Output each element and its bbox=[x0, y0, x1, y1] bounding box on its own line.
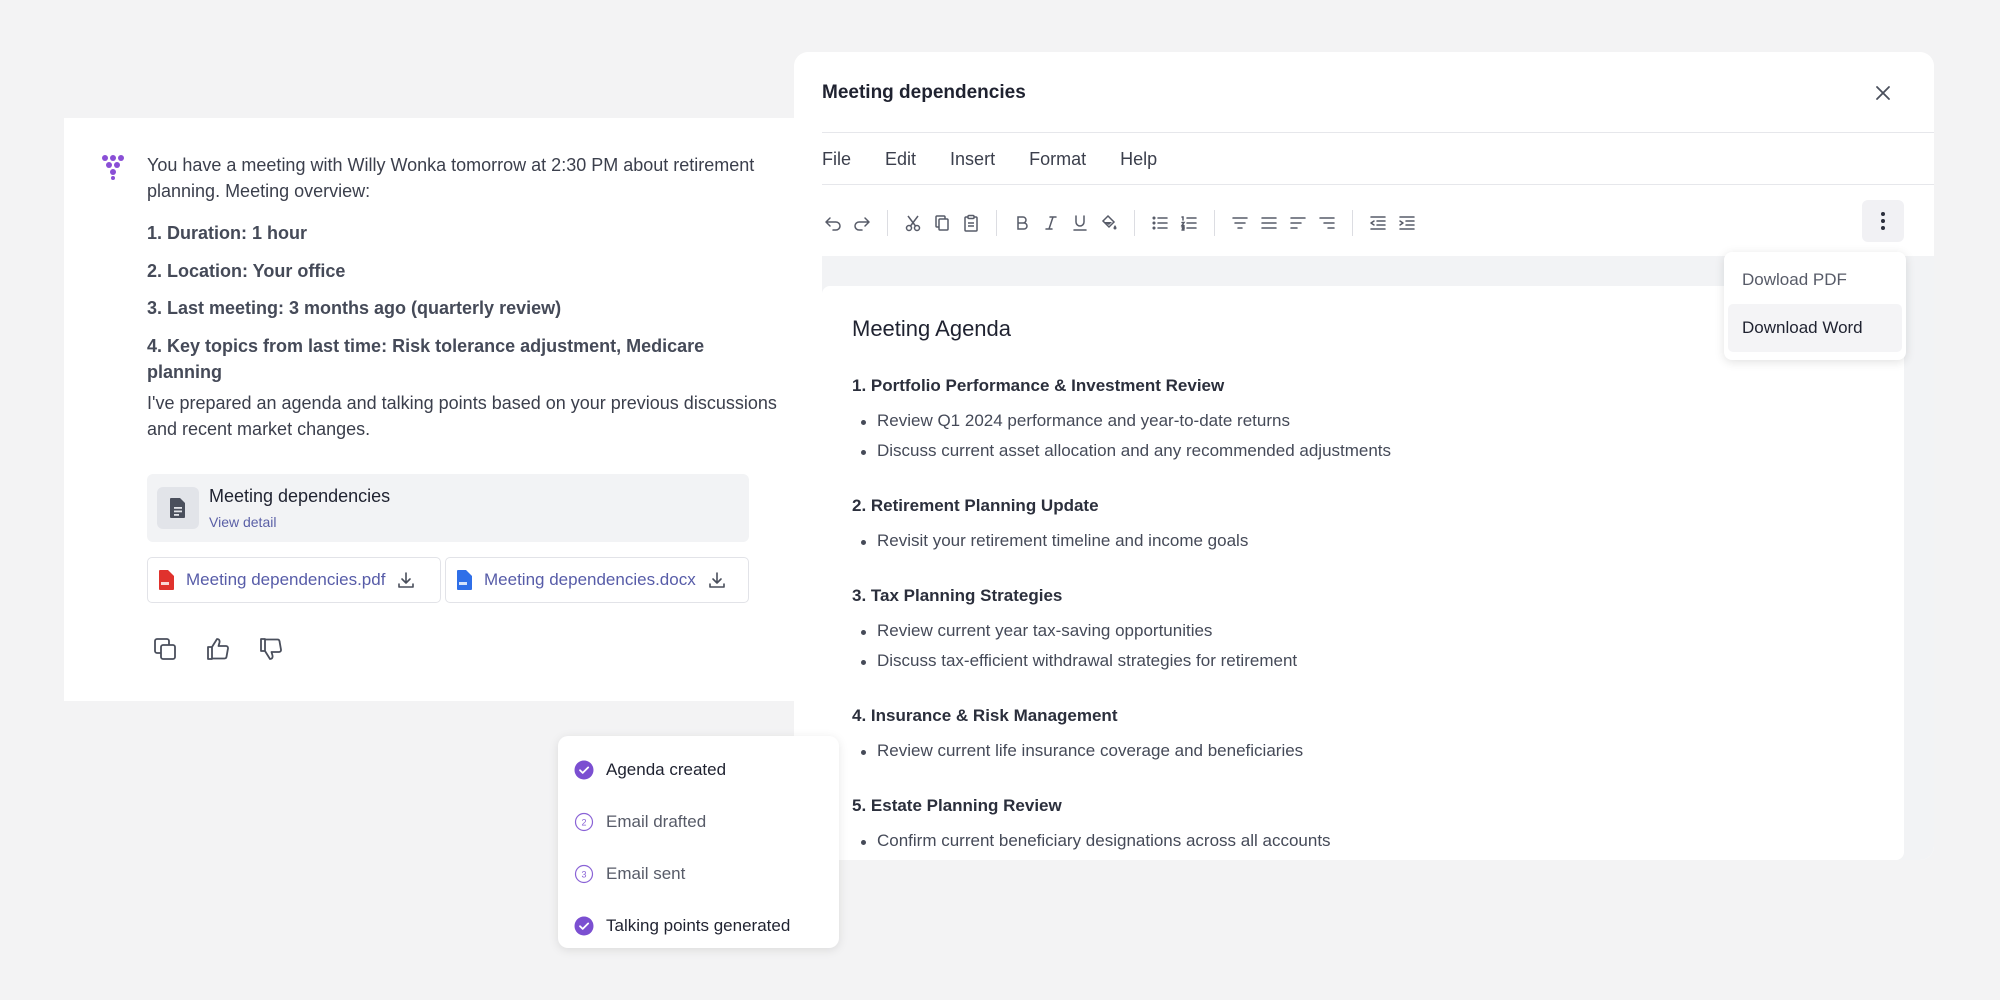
svg-text:2: 2 bbox=[581, 818, 586, 828]
meeting-overview-list: 1. Duration: 1 hour 2. Location: Your of… bbox=[147, 220, 782, 382]
list-item: Discuss tax-efficient withdrawal strateg… bbox=[852, 646, 1852, 676]
italic-icon[interactable] bbox=[1040, 212, 1062, 234]
checklist-item: 3 Email sent bbox=[558, 848, 839, 900]
menu-edit[interactable]: Edit bbox=[885, 149, 916, 170]
document-icon bbox=[157, 487, 199, 529]
section-title: 2. Retirement Planning Update bbox=[852, 496, 1099, 515]
toolbar-separator bbox=[1214, 210, 1215, 236]
view-detail-link[interactable]: View detail bbox=[209, 514, 276, 530]
numbered-list-icon[interactable] bbox=[1178, 212, 1200, 234]
list-item: 1. Duration: 1 hour bbox=[147, 223, 308, 243]
pdf-file-icon bbox=[158, 570, 174, 590]
docx-file-icon bbox=[456, 570, 472, 590]
list-item: 3. Last meeting: 3 months ago (quarterly… bbox=[147, 298, 562, 318]
filter-align-icon[interactable] bbox=[1229, 212, 1251, 234]
underline-icon[interactable] bbox=[1069, 212, 1091, 234]
checklist-label: Agenda created bbox=[606, 760, 727, 779]
list-item: Review Q1 2024 performance and year-to-d… bbox=[852, 406, 1852, 436]
outdent-icon[interactable] bbox=[1367, 212, 1389, 234]
download-pdf-option[interactable]: Dowload PDF bbox=[1728, 256, 1902, 304]
document-card[interactable]: Meeting dependencies View detail bbox=[147, 474, 749, 542]
menu-file[interactable]: File bbox=[822, 149, 851, 170]
pdf-file-name: Meeting dependencies.pdf bbox=[186, 570, 386, 589]
paste-icon[interactable] bbox=[960, 212, 982, 234]
checklist-label: Talking points generated bbox=[606, 916, 791, 935]
pdf-file-button[interactable]: Meeting dependencies.pdf bbox=[147, 557, 441, 603]
step-number-icon: 3 bbox=[574, 864, 594, 884]
thumbs-down-icon[interactable] bbox=[257, 635, 285, 663]
document-editor-panel: Meeting dependencies File Edit Insert Fo… bbox=[794, 52, 1934, 860]
download-icon[interactable] bbox=[397, 571, 415, 589]
section-title: 1. Portfolio Performance & Investment Re… bbox=[852, 376, 1225, 395]
indent-icon[interactable] bbox=[1396, 212, 1418, 234]
checklist-label: Email sent bbox=[606, 864, 686, 883]
document-page[interactable]: Meeting Agenda 1. Portfolio Performance … bbox=[822, 286, 1904, 860]
download-icon[interactable] bbox=[708, 571, 726, 589]
menu-insert[interactable]: Insert bbox=[950, 149, 995, 170]
step-number-icon: 2 bbox=[574, 812, 594, 832]
progress-checklist: Agenda created 2 Email drafted 3 Email s… bbox=[558, 736, 839, 948]
check-circle-icon bbox=[574, 760, 594, 780]
docx-file-button[interactable]: Meeting dependencies.docx bbox=[445, 557, 749, 603]
list-item: Discuss current asset allocation and any… bbox=[852, 436, 1852, 466]
more-options-button[interactable] bbox=[1862, 200, 1904, 242]
list-item: Revisit your retirement timeline and inc… bbox=[852, 526, 1852, 556]
message-intro: You have a meeting with Willy Wonka tomo… bbox=[147, 155, 755, 201]
formatting-toolbar bbox=[822, 210, 1425, 236]
list-item: Review current year tax-saving opportuni… bbox=[852, 616, 1852, 646]
close-icon[interactable] bbox=[1874, 84, 1892, 102]
undo-icon[interactable] bbox=[822, 212, 844, 234]
assistant-message: You have a meeting with Willy Wonka tomo… bbox=[147, 152, 782, 458]
agenda-section: 5. Estate Planning Review Confirm curren… bbox=[852, 796, 1852, 856]
agenda-section: 1. Portfolio Performance & Investment Re… bbox=[852, 376, 1852, 466]
checklist-item: Agenda created bbox=[558, 744, 839, 796]
chat-panel: You have a meeting with Willy Wonka tomo… bbox=[64, 118, 824, 701]
toolbar-separator bbox=[887, 210, 888, 236]
bold-icon[interactable] bbox=[1011, 212, 1033, 234]
redo-icon[interactable] bbox=[851, 212, 873, 234]
agenda-section: 4. Insurance & Risk Management Review cu… bbox=[852, 706, 1852, 766]
document-card-title: Meeting dependencies bbox=[209, 486, 391, 506]
download-dropdown-menu: Dowload PDF Download Word bbox=[1724, 252, 1906, 360]
checklist-item: Talking points generated bbox=[558, 900, 839, 952]
checklist-label: Email drafted bbox=[606, 812, 707, 831]
align-left-icon[interactable] bbox=[1287, 212, 1309, 234]
copy-icon[interactable] bbox=[931, 212, 953, 234]
editor-title: Meeting dependencies bbox=[822, 82, 1026, 103]
check-circle-icon bbox=[574, 916, 594, 936]
toolbar-separator bbox=[996, 210, 997, 236]
download-word-option[interactable]: Download Word bbox=[1728, 304, 1902, 352]
bullet-list-icon[interactable] bbox=[1149, 212, 1171, 234]
divider bbox=[822, 184, 1934, 185]
align-right-icon[interactable] bbox=[1316, 212, 1338, 234]
list-item: Confirm current beneficiary designations… bbox=[852, 826, 1852, 856]
checklist-item: 2 Email drafted bbox=[558, 796, 839, 848]
message-prepared: I've prepared an agenda and talking poin… bbox=[147, 393, 777, 439]
editor-menu-bar: File Edit Insert Format Help bbox=[822, 149, 1191, 170]
thumbs-up-icon[interactable] bbox=[204, 635, 232, 663]
section-title: 3. Tax Planning Strategies bbox=[852, 586, 1063, 605]
fill-color-icon[interactable] bbox=[1098, 212, 1120, 234]
toolbar-separator bbox=[1134, 210, 1135, 236]
agenda-section: 2. Retirement Planning Update Revisit yo… bbox=[852, 496, 1852, 556]
cut-icon[interactable] bbox=[902, 212, 924, 234]
list-item: 2. Location: Your office bbox=[147, 260, 346, 281]
document-heading: Meeting Agenda bbox=[852, 316, 1012, 341]
menu-format[interactable]: Format bbox=[1029, 149, 1086, 170]
assistant-logo-icon bbox=[100, 154, 126, 180]
list-item: 4. Key topics from last time: Risk toler… bbox=[147, 335, 705, 382]
svg-text:3: 3 bbox=[581, 870, 586, 880]
align-justify-icon[interactable] bbox=[1258, 212, 1280, 234]
agenda-section: 3. Tax Planning Strategies Review curren… bbox=[852, 586, 1852, 676]
docx-file-name: Meeting dependencies.docx bbox=[484, 570, 696, 589]
copy-icon[interactable] bbox=[151, 635, 179, 663]
toolbar-separator bbox=[1352, 210, 1353, 236]
list-item: Review current life insurance coverage a… bbox=[852, 736, 1852, 766]
menu-help[interactable]: Help bbox=[1120, 149, 1157, 170]
divider bbox=[822, 132, 1934, 133]
section-title: 5. Estate Planning Review bbox=[852, 796, 1062, 815]
more-vertical-icon bbox=[1881, 212, 1885, 230]
section-title: 4. Insurance & Risk Management bbox=[852, 706, 1118, 725]
